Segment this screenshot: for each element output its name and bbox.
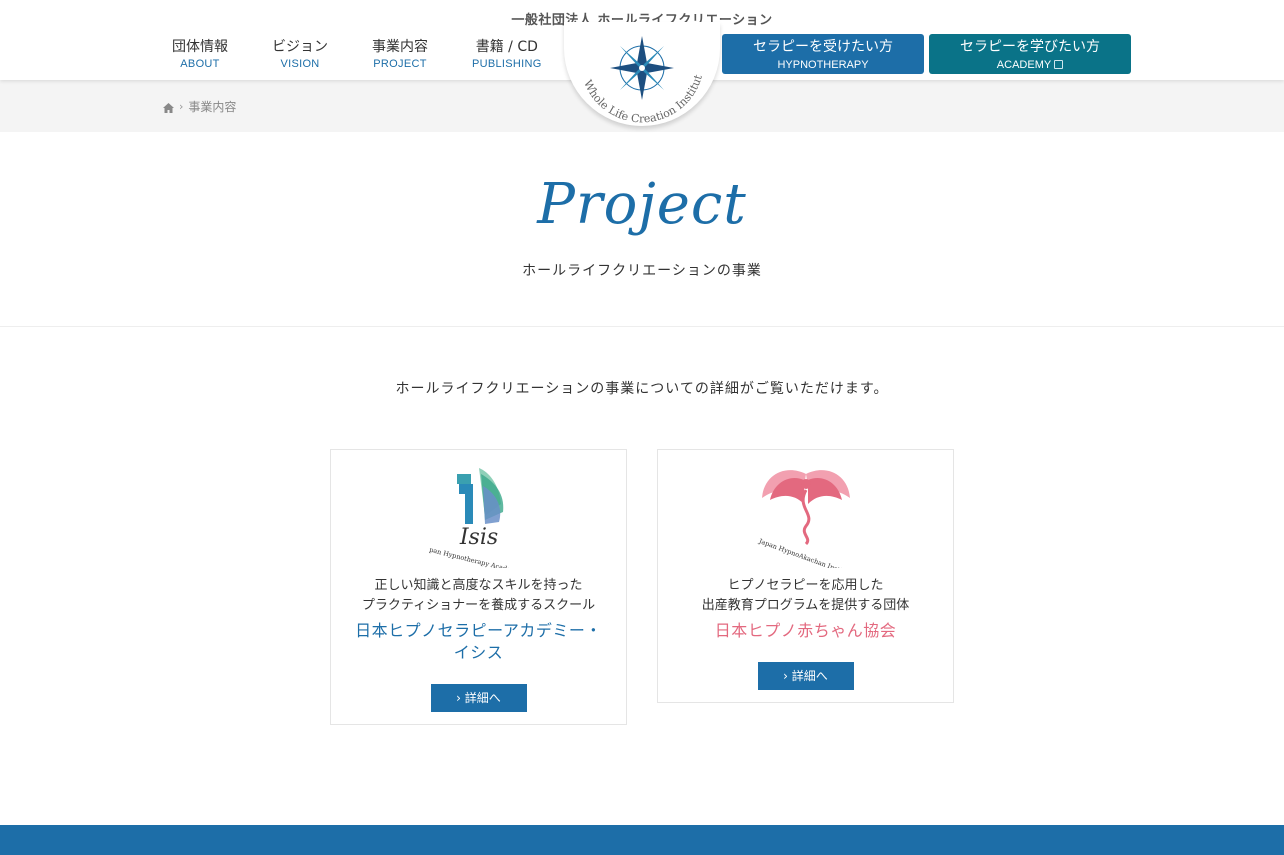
site-logo[interactable]: Whole Life Creation Institute xyxy=(564,22,720,126)
nav-item-about[interactable]: 団体情報 ABOUT xyxy=(150,38,250,72)
breadcrumb: › 事業内容 xyxy=(163,98,236,115)
logo-text: Whole Life Creation Institute xyxy=(564,22,705,125)
academy-button[interactable]: セラピーを学びたい方 ACADEMY xyxy=(929,34,1131,74)
card-title: 日本ヒプノ赤ちゃん協会 xyxy=(714,621,897,640)
academy-button-label: セラピーを学びたい方 xyxy=(960,39,1100,55)
chevron-right-icon: › xyxy=(783,669,792,683)
breadcrumb-current: 事業内容 xyxy=(188,100,237,114)
nav-item-vision-label: ビジョン xyxy=(272,39,328,55)
page-title-section: Project ホールライフクリエーションの事業 xyxy=(0,132,1284,327)
nav-item-publishing-sub: PUBLISHING xyxy=(472,58,542,70)
chevron-right-icon: › xyxy=(456,691,465,705)
hypnotherapy-button-sub: HYPNOTHERAPY xyxy=(777,59,869,71)
detail-button-akachan[interactable]: › 詳細へ xyxy=(757,662,854,690)
chevron-right-icon: › xyxy=(179,100,184,113)
detail-button-isis[interactable]: › 詳細へ xyxy=(430,684,527,712)
intro-text: ホールライフクリエーションの事業についての詳細がご覧いただけます。 xyxy=(395,381,889,397)
nav-item-about-sub: ABOUT xyxy=(180,58,220,70)
nav-item-project-label: 事業内容 xyxy=(372,39,428,55)
compass-star-icon: Whole Life Creation Institute xyxy=(564,22,705,125)
hypnotherapy-button-label: セラピーを受けたい方 xyxy=(753,39,893,55)
isis-logo[interactable]: Isis Japan Hypnotherapy Academy ISIS xyxy=(429,464,529,568)
card-title: 日本ヒプノセラピーアカデミー・ イシス xyxy=(355,621,602,662)
nav-item-publishing[interactable]: 書籍 / CD PUBLISHING xyxy=(450,38,564,72)
nav-item-project[interactable]: 事業内容 PROJECT xyxy=(350,38,450,72)
nav-item-publishing-label: 書籍 / CD xyxy=(475,39,538,55)
svg-text:Isis: Isis xyxy=(458,525,497,550)
nav-item-project-sub: PROJECT xyxy=(373,58,427,70)
card-description: ヒプノセラピーを応用した 出産教育プログラムを提供する団体 xyxy=(701,578,910,613)
page-title: Project xyxy=(537,172,747,237)
external-link-icon xyxy=(1054,60,1064,69)
card-description: 正しい知識と高度なスキルを持った プラクティショナーを養成するスクール xyxy=(361,578,596,613)
home-icon[interactable] xyxy=(163,102,174,113)
phoenix-logo[interactable]: Japan HypnoAkachan Institute xyxy=(756,464,856,568)
site-footer xyxy=(0,825,1284,855)
academy-button-sub: ACADEMY xyxy=(996,59,1052,71)
nav-item-vision[interactable]: ビジョン VISION xyxy=(250,38,350,72)
hypnotherapy-button[interactable]: セラピーを受けたい方 HYPNOTHERAPY xyxy=(722,34,924,74)
page-subtitle: ホールライフクリエーションの事業 xyxy=(522,263,762,279)
project-card-akachan: Japan HypnoAkachan Institute ヒプノセラピーを応用し… xyxy=(657,449,954,703)
project-card-isis: Isis Japan Hypnotherapy Academy ISIS 正しい… xyxy=(330,449,627,725)
main-nav: 団体情報 ABOUT ビジョン VISION 事業内容 PROJECT 書籍 /… xyxy=(150,38,564,72)
nav-item-about-label: 団体情報 xyxy=(172,39,228,55)
nav-item-vision-sub: VISION xyxy=(280,58,320,70)
